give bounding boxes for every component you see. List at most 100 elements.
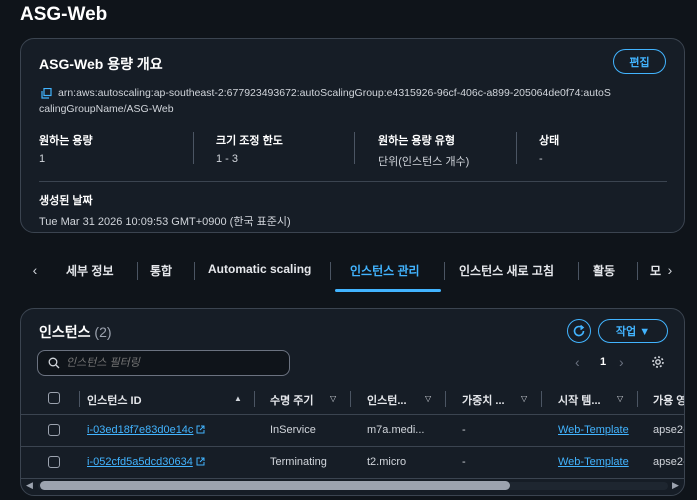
stat-status: 상태 - — [539, 132, 559, 166]
created-label: 생성된 날짜 — [39, 195, 93, 207]
tab-integrations[interactable]: 통합 — [150, 262, 172, 279]
chevron-right-icon[interactable]: › — [619, 354, 624, 370]
table-row[interactable]: i-052cfd5a5dcd30634 Terminating t2.micro… — [21, 447, 685, 479]
divider — [516, 132, 517, 164]
stat-value: 단위(인스턴스 개수) — [378, 156, 470, 168]
tab-separator — [637, 262, 638, 280]
tab-monitoring[interactable]: 모 — [650, 262, 661, 279]
stat-capacity-type: 원하는 용량 유형 단위(인스턴스 개수) — [378, 132, 470, 168]
refresh-icon — [573, 324, 585, 337]
search-icon — [48, 357, 60, 369]
tab-activity[interactable]: 활동 — [593, 262, 615, 279]
external-link-icon — [196, 425, 205, 434]
arn-row: arn:aws:autoscaling:ap-southeast-2:67792… — [39, 85, 679, 117]
lifecycle-cell: InService — [270, 424, 316, 436]
scrollbar-thumb[interactable] — [40, 481, 510, 490]
chevron-right-icon[interactable]: › — [662, 262, 678, 280]
created-value: Tue Mar 31 2026 10:09:53 GMT+0900 (한국 표준… — [39, 216, 291, 228]
instances-card: 인스턴스 (2) 작업 ▼ ‹ 1 › 인스턴스 ID ▲ 수명 주기 ▽ — [20, 308, 685, 496]
arn-line-2: calingGroupName/ASG-Web — [39, 103, 174, 115]
column-header-weight[interactable]: 가중치 ... — [462, 392, 505, 408]
instances-title: 인스턴스 (2) — [39, 322, 112, 342]
stat-value: 1 - 3 — [216, 153, 239, 165]
table-header: 인스턴스 ID ▲ 수명 주기 ▽ 인스턴... ▽ 가중치 ... ▽ 시작 … — [21, 383, 684, 415]
refresh-button[interactable] — [567, 319, 591, 343]
weight-cell: - — [462, 424, 466, 436]
weight-cell: - — [462, 456, 466, 468]
column-header-launch-template[interactable]: 시작 템... — [558, 392, 601, 408]
chevron-left-icon[interactable]: ‹ — [575, 354, 580, 370]
arn-line-1: arn:aws:autoscaling:ap-southeast-2:67792… — [58, 87, 611, 99]
instance-filter-field[interactable] — [37, 350, 290, 376]
instance-id-link[interactable]: i-052cfd5a5dcd30634 — [87, 456, 205, 468]
horizontal-scrollbar[interactable]: ◀ ▶ — [22, 478, 684, 494]
tab-separator — [137, 262, 138, 280]
table-row[interactable]: i-03ed18f7e83d0e14c InService m7a.medi..… — [21, 415, 685, 447]
overview-title: ASG-Web 용량 개요 — [39, 56, 163, 72]
instances-title-text: 인스턴스 — [39, 324, 91, 340]
tab-separator — [330, 262, 331, 280]
gear-icon[interactable] — [651, 355, 665, 369]
created-date: 생성된 날짜 Tue Mar 31 2026 10:09:53 GMT+0900… — [39, 192, 291, 229]
select-all-checkbox[interactable] — [48, 392, 60, 404]
availability-zone-cell: apse2- — [653, 424, 685, 436]
tab-separator — [194, 262, 195, 280]
capacity-overview-card: ASG-Web 용량 개요 편집 arn:aws:autoscaling:ap-… — [20, 38, 685, 233]
sort-icon[interactable]: ▽ — [617, 394, 623, 403]
stat-desired-capacity: 원하는 용량 1 — [39, 132, 93, 166]
copy-icon[interactable] — [41, 87, 52, 99]
tab-instance-management[interactable]: 인스턴스 관리 — [350, 262, 420, 279]
stat-label: 원하는 용량 유형 — [378, 135, 455, 147]
column-divider — [79, 391, 80, 407]
stat-value: - — [539, 153, 543, 165]
scroll-right-icon[interactable]: ▶ — [672, 480, 679, 491]
tab-details[interactable]: 세부 정보 — [66, 262, 114, 279]
sort-icon[interactable]: ▽ — [521, 394, 527, 403]
stat-label: 원하는 용량 — [39, 135, 93, 147]
instances-count: (2) — [94, 324, 112, 340]
column-divider — [541, 391, 542, 407]
instance-type-cell: m7a.medi... — [367, 424, 425, 436]
availability-zone-cell: apse2- — [653, 456, 685, 468]
capacity-stats: 원하는 용량 1 크기 조정 한도 1 - 3 원하는 용량 유형 단위(인스턴… — [39, 132, 679, 168]
actions-dropdown-button[interactable]: 작업 ▼ — [598, 319, 668, 343]
launch-template-link[interactable]: Web-Template — [558, 424, 629, 436]
column-divider — [254, 391, 255, 407]
active-tab-indicator — [335, 289, 441, 292]
tab-bar: ‹ 세부 정보 통합 Automatic scaling 인스턴스 관리 인스턴… — [20, 252, 685, 296]
column-header-lifecycle[interactable]: 수명 주기 — [270, 392, 314, 408]
stat-label: 크기 조정 한도 — [216, 135, 283, 147]
column-divider — [637, 391, 638, 407]
edit-button[interactable]: 편집 — [613, 49, 666, 74]
stat-value: 1 — [39, 153, 46, 165]
tab-separator — [444, 262, 445, 280]
divider — [354, 132, 355, 164]
column-header-instance-type[interactable]: 인스턴... — [367, 392, 407, 408]
sort-icon[interactable]: ▽ — [425, 394, 431, 403]
arn-text: arn:aws:autoscaling:ap-southeast-2:67792… — [39, 85, 669, 117]
instance-id-link[interactable]: i-03ed18f7e83d0e14c — [87, 424, 205, 436]
tab-automatic-scaling[interactable]: Automatic scaling — [208, 262, 311, 276]
lifecycle-cell: Terminating — [270, 456, 327, 468]
launch-template-link[interactable]: Web-Template — [558, 456, 629, 468]
stat-label: 상태 — [539, 135, 560, 147]
column-divider — [445, 391, 446, 407]
sort-ascending-icon[interactable]: ▲ — [234, 394, 242, 403]
row-checkbox[interactable] — [48, 424, 60, 436]
tab-separator — [578, 262, 579, 280]
external-link-icon — [196, 457, 205, 466]
page-title: ASG-Web — [20, 4, 108, 25]
chevron-left-icon[interactable]: ‹ — [27, 262, 43, 280]
column-divider — [350, 391, 351, 407]
instance-filter-input[interactable] — [66, 355, 281, 371]
sort-icon[interactable]: ▽ — [330, 394, 336, 403]
column-header-availability-zone[interactable]: 가용 영 — [653, 392, 684, 408]
tab-instance-refresh[interactable]: 인스턴스 새로 고침 — [459, 262, 554, 279]
page-number[interactable]: 1 — [600, 356, 606, 368]
scroll-left-icon[interactable]: ◀ — [26, 480, 33, 491]
column-header-instance-id[interactable]: 인스턴스 ID — [87, 392, 142, 408]
row-checkbox[interactable] — [48, 456, 60, 468]
divider — [39, 181, 667, 182]
stat-scaling-limits: 크기 조정 한도 1 - 3 — [216, 132, 283, 166]
divider — [193, 132, 194, 164]
